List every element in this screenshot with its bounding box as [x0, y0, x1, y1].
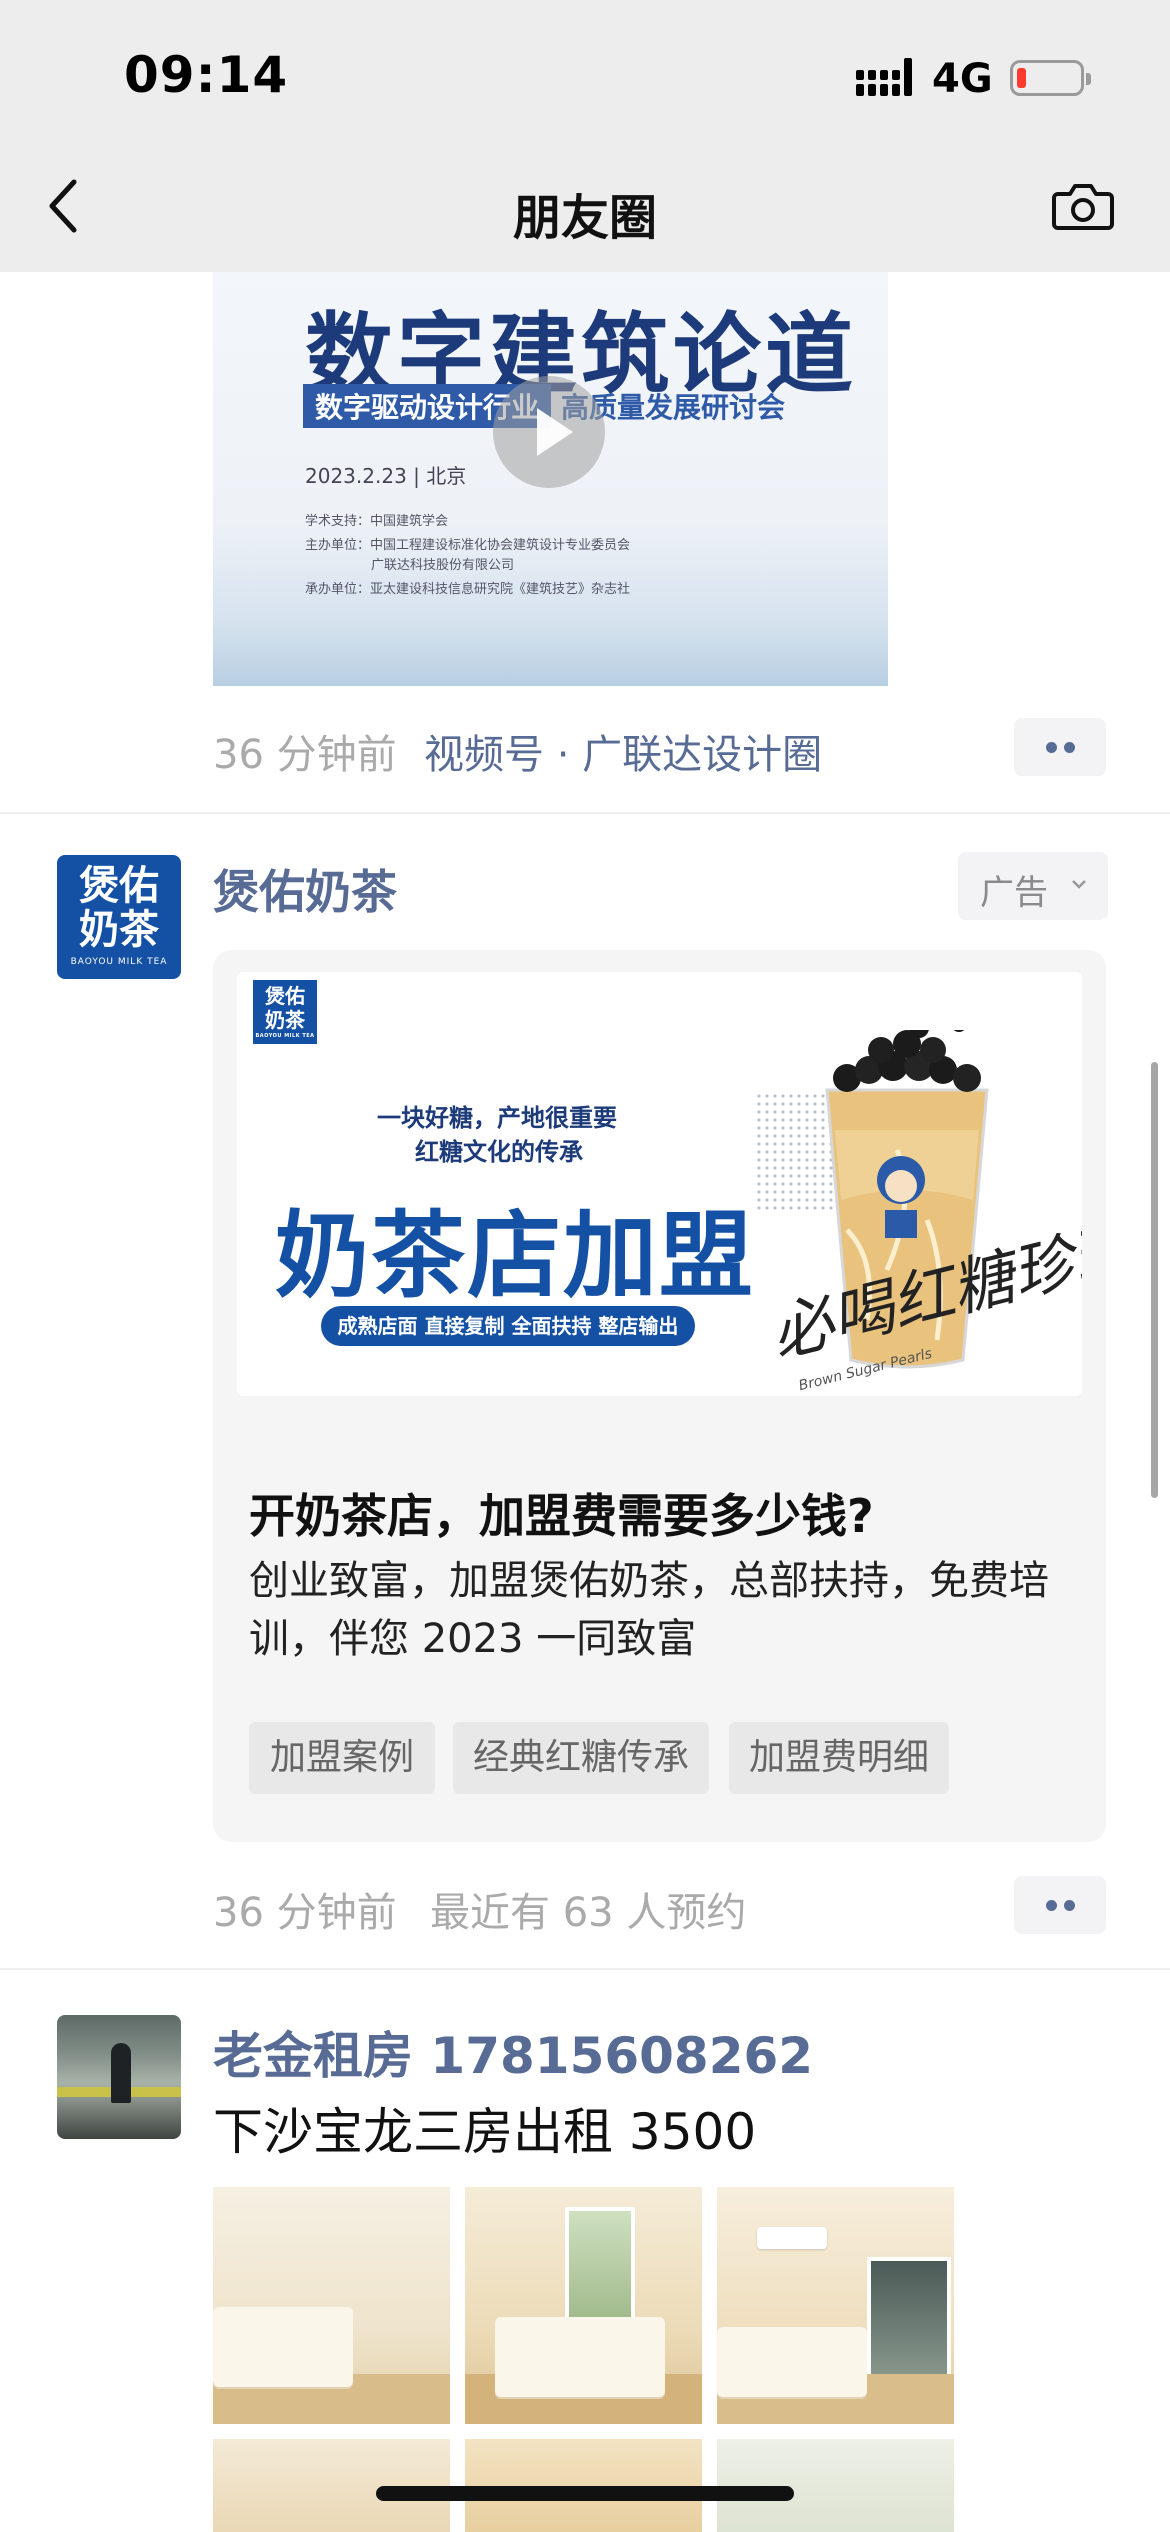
ad-chip[interactable]: 加盟费明细 — [729, 1722, 949, 1794]
post-source-link[interactable]: 视频号 · 广联达设计圈 — [424, 722, 822, 780]
chevron-down-icon — [1072, 880, 1086, 889]
ad-banner-image[interactable]: 煲佑 奶茶 BAOYOU MILK TEA 一块好糖，产地很重要 红糖文化的传承… — [237, 972, 1082, 1396]
booking-count: 最近有 63 人预约 — [430, 1890, 747, 1936]
more-options-button[interactable] — [1014, 1876, 1106, 1934]
network-type: 4G — [932, 56, 993, 102]
post-photo[interactable] — [465, 2187, 702, 2424]
banner-headline: 奶茶店加盟 — [275, 1202, 756, 1311]
post-divider — [0, 1968, 1170, 1970]
brand-logo: 煲佑 奶茶 BAOYOU MILK TEA — [253, 980, 317, 1044]
home-indicator[interactable] — [376, 2486, 794, 2501]
avatar-subtext: BAOYOU MILK TEA — [70, 957, 168, 967]
ad-label: 广告 — [980, 873, 1048, 913]
signal-icon — [856, 58, 912, 96]
avatar[interactable]: 煲佑 奶茶 BAOYOU MILK TEA — [57, 855, 181, 979]
post-text: 下沙宝龙三房出租 3500 — [213, 2103, 757, 2161]
ad-description: 创业致富，加盟煲佑奶茶，总部扶持，免费培训，伴您 2023 一同致富 — [249, 1558, 1049, 1662]
banner-tagline: 一块好糖，产地很重要 — [377, 1104, 617, 1132]
logo-text: 奶茶 — [265, 1008, 305, 1032]
ad-headline: 开奶茶店，加盟费需要多少钱? — [249, 1489, 874, 1543]
video-thumbnail[interactable]: 数字建筑论道 数字驱动设计行业 高质量发展研讨会 2023.2.23 | 北京 学… — [213, 272, 888, 686]
post-time: 36 分钟前 — [213, 1890, 397, 1936]
avatar-text: 奶茶 — [79, 907, 159, 953]
poster-name[interactable]: 煲佑奶茶 — [213, 856, 397, 922]
post-photo[interactable] — [213, 2187, 450, 2424]
banner-pill: 成熟店面 直接复制 全面扶持 整店输出 — [321, 1306, 695, 1346]
video-info-line: 广联达科技股份有限公司 — [371, 558, 515, 573]
video-date: 2023.2.23 | 北京 — [305, 464, 467, 488]
video-info-line: 承办单位：亚太建设科技信息研究院《建筑技艺》杂志社 — [305, 582, 631, 597]
ad-chip[interactable]: 经典红糖传承 — [453, 1722, 709, 1794]
ad-label-button[interactable]: 广告 — [958, 852, 1108, 920]
avatar[interactable] — [57, 2015, 181, 2139]
play-icon[interactable] — [493, 376, 605, 488]
poster-name[interactable]: 老金租房 17815608262 — [213, 2016, 813, 2088]
logo-subtext: BAOYOU MILK TEA — [255, 1033, 315, 1039]
post-time: 36 分钟前 — [213, 732, 397, 778]
ad-chip[interactable]: 加盟案例 — [249, 1722, 435, 1794]
top-bar: 09:14 4G 朋友圈 — [0, 0, 1170, 272]
battery-icon — [1010, 60, 1091, 96]
status-time: 09:14 — [124, 46, 289, 104]
post-photo[interactable] — [717, 2187, 954, 2424]
page-title: 朋友圈 — [512, 190, 657, 246]
post-divider — [0, 812, 1170, 814]
avatar-text: 煲佑 — [79, 863, 159, 909]
scrollbar[interactable] — [1151, 1062, 1158, 1498]
banner-tagline: 红糖文化的传承 — [415, 1138, 583, 1166]
video-info-line: 主办单位：中国工程建设标准化协会建筑设计专业委员会 — [305, 538, 631, 553]
camera-icon[interactable] — [1052, 180, 1114, 232]
more-options-button[interactable] — [1014, 718, 1106, 776]
video-info-line: 学术支持：中国建筑学会 — [305, 514, 449, 529]
logo-text: 煲佑 — [265, 984, 305, 1008]
ad-card[interactable]: 煲佑 奶茶 BAOYOU MILK TEA 一块好糖，产地很重要 红糖文化的传承… — [213, 950, 1106, 1842]
